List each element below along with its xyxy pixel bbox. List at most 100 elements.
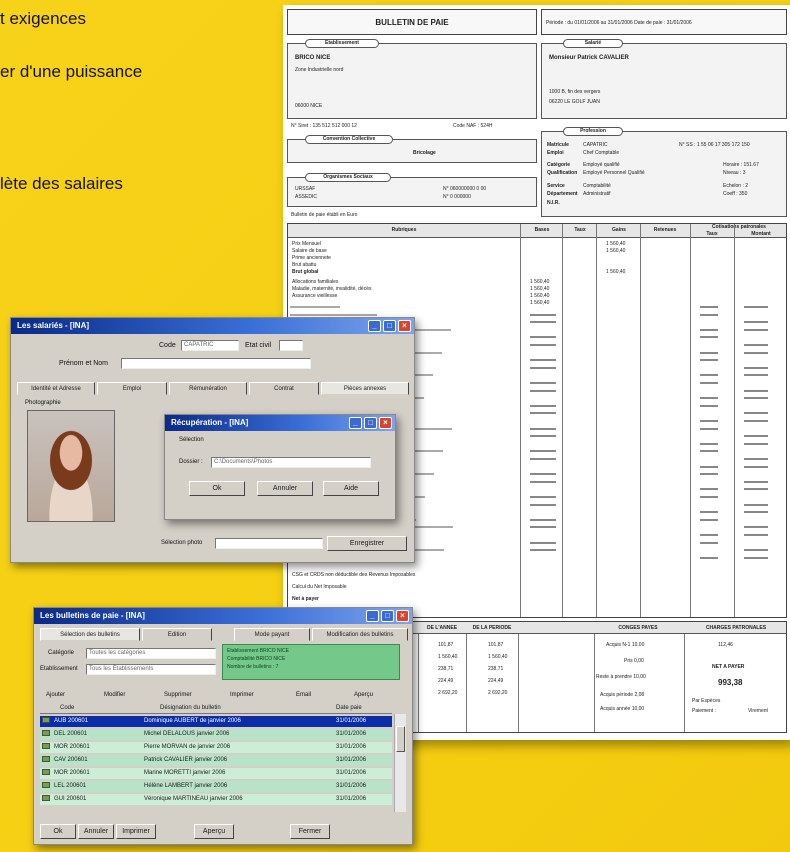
paiement-label: Paiement : [692, 708, 716, 714]
amount-line [700, 473, 718, 476]
amount-line [744, 397, 768, 400]
list-col-date[interactable]: Date paie [336, 705, 362, 711]
bulletin-row[interactable]: CAV 200601 Patrick CAVALIER janvier 2006 3… [40, 755, 392, 766]
bulletin-row[interactable]: GUI 200601 Véronique MARTINEAU janvier 20… [40, 794, 392, 805]
list-col-code[interactable]: Code [60, 705, 74, 711]
document-icon [42, 795, 50, 802]
amount-line [530, 496, 556, 498]
col-header: Rubriques [391, 227, 417, 233]
prof-key: Emploi [547, 150, 564, 156]
marketing-text-2: er d'une puissance [0, 62, 143, 81]
summary-col: CHARGES PATRONALES [705, 625, 767, 631]
etat-civil-input[interactable] [279, 340, 303, 351]
bulletin-row[interactable]: MOR 200601 Pierre MORVAN de janvier 2006 3… [40, 742, 392, 753]
tab-selection[interactable]: Sélection des bulletins [40, 628, 140, 641]
bulletin-row[interactable]: MOR 200601 Marine MORETTI janvier 2006 31/… [40, 768, 392, 779]
bulletins-minimize-button[interactable]: _ [366, 610, 379, 622]
tab-emploi[interactable]: Emploi [97, 382, 167, 395]
siret: N° Siret : 135 512 512 000 12 [291, 123, 357, 129]
bulletins-close-button[interactable]: × [396, 610, 409, 622]
prenom-label: Prénom et Nom [59, 360, 109, 367]
code-label: Code [159, 342, 176, 349]
dialog-help-button[interactable]: Aide [323, 481, 379, 496]
bulletins-scrollbar[interactable] [394, 714, 406, 812]
dialog-field-label: Dossier : [179, 459, 203, 465]
toolbar-apercu[interactable]: Aperçu [354, 692, 373, 698]
etablissement-name: BRICO NICE [295, 55, 331, 61]
amount-line [744, 344, 768, 346]
minimize-button[interactable]: _ [368, 320, 381, 332]
tab-pieces[interactable]: Pièces annexes [321, 382, 409, 395]
base-value: 1 560,40 [530, 293, 550, 299]
dialog-field-input[interactable]: C:\Documents\Photos [211, 457, 371, 468]
amount-line [744, 534, 768, 536]
base-value: 1 560,40 [530, 279, 550, 285]
dialog-minimize-button[interactable]: _ [349, 417, 362, 429]
amount-line [700, 488, 718, 491]
amount-line [700, 511, 718, 514]
prof-value: Employé Personnel Qualifié [583, 170, 645, 176]
bulletins-cancel-button[interactable]: Annuler [78, 824, 114, 839]
prenom-input[interactable] [121, 358, 311, 369]
toolbar-supprimer[interactable]: Supprimer [164, 692, 192, 698]
period-value: 101,87 [488, 642, 504, 648]
amount-line [744, 374, 768, 377]
bulletin-euro: Bulletin de paie établi en Euro [291, 212, 358, 218]
toolbar-modifier[interactable]: Modifier [104, 692, 125, 698]
marketing-text-1: t exigences [0, 9, 86, 28]
amount-line [700, 359, 718, 362]
bulletin-date: 31/01/2006 [336, 796, 367, 802]
tab-modification[interactable]: Modification des bulletins [312, 628, 408, 641]
bulletins-print-button[interactable]: Imprimer [116, 824, 156, 839]
amount-line [700, 313, 718, 316]
tab-identite[interactable]: Identité et Adresse [17, 382, 95, 395]
rubrique: Maladie, maternité, invalidité, décès [292, 286, 372, 292]
prof-key: Qualification [547, 170, 578, 176]
dialog-maximize-button[interactable]: □ [364, 417, 377, 429]
amount-line [744, 488, 768, 491]
toolbar-ajouter[interactable]: Ajouter [46, 692, 65, 698]
rubrique-line [290, 306, 340, 308]
photo-field-input[interactable] [215, 538, 323, 549]
amount-line [530, 480, 556, 483]
marketing-text-3: lète des salaires [0, 174, 123, 193]
total-line: Net à payer [292, 596, 319, 602]
amount-line [744, 442, 768, 445]
enregistrer-button[interactable]: Enregistrer [327, 536, 407, 551]
bulletins-titlebar: Les bulletins de paie - [INA] _ □ × [34, 608, 412, 624]
bulletin-code: LEL 200601 [54, 783, 87, 789]
toolbar-imprimer[interactable]: Imprimer [230, 692, 254, 698]
photo-field-label: Sélection photo [161, 540, 203, 546]
close-button[interactable]: × [398, 320, 411, 332]
bulletins-ok-button[interactable]: Ok [40, 824, 76, 839]
dialog-close-button[interactable]: × [379, 417, 392, 429]
bulletin-row[interactable]: DEL 200601 Michel DELALOUS janvier 2006 31… [40, 729, 392, 740]
toolbar-email[interactable]: Email [296, 692, 311, 698]
bulletins-preview-button[interactable]: Aperçu [194, 824, 234, 839]
scroll-thumb[interactable] [396, 726, 405, 752]
tab-mode-payant[interactable]: Mode payant [234, 628, 310, 641]
tab-contrat[interactable]: Contrat [249, 382, 319, 395]
bulletin-date: 31/01/2006 [336, 744, 367, 750]
year-value: 238,71 [438, 666, 454, 672]
maximize-button[interactable]: □ [383, 320, 396, 332]
tab-edition[interactable]: Edition [142, 628, 212, 641]
amount-line [530, 336, 556, 339]
document-icon [42, 717, 50, 724]
org1-num: N° 060000000 0 00 [443, 186, 487, 192]
dialog-cancel-button[interactable]: Annuler [257, 481, 313, 496]
etablissement-select[interactable]: Tous les Etablissements [86, 664, 216, 675]
salarie-addr2: 06220 LE GOLF JUAN [549, 99, 600, 105]
bulletin-row[interactable]: AUB 200601 Dominique AUBERT de janvier 20… [40, 716, 392, 727]
dialog-title: Récupération - [INA] [171, 418, 249, 427]
dialog-ok-button[interactable]: Ok [189, 481, 245, 496]
bulletin-row[interactable]: LEL 200601 Hélène LAMBERT janvier 2006 31/… [40, 781, 392, 792]
bulletins-close-button-bottom[interactable]: Fermer [290, 824, 330, 839]
org2: ASSEDIC [295, 194, 317, 200]
categorie-select[interactable]: Toutes les catégories [86, 648, 216, 659]
tab-remuneration[interactable]: Rémunération [169, 382, 247, 395]
amount-line [530, 366, 556, 369]
list-col-name[interactable]: Désignation du bulletin [160, 705, 221, 711]
code-input[interactable]: CAPATRIC [181, 340, 239, 351]
bulletins-maximize-button[interactable]: □ [381, 610, 394, 622]
